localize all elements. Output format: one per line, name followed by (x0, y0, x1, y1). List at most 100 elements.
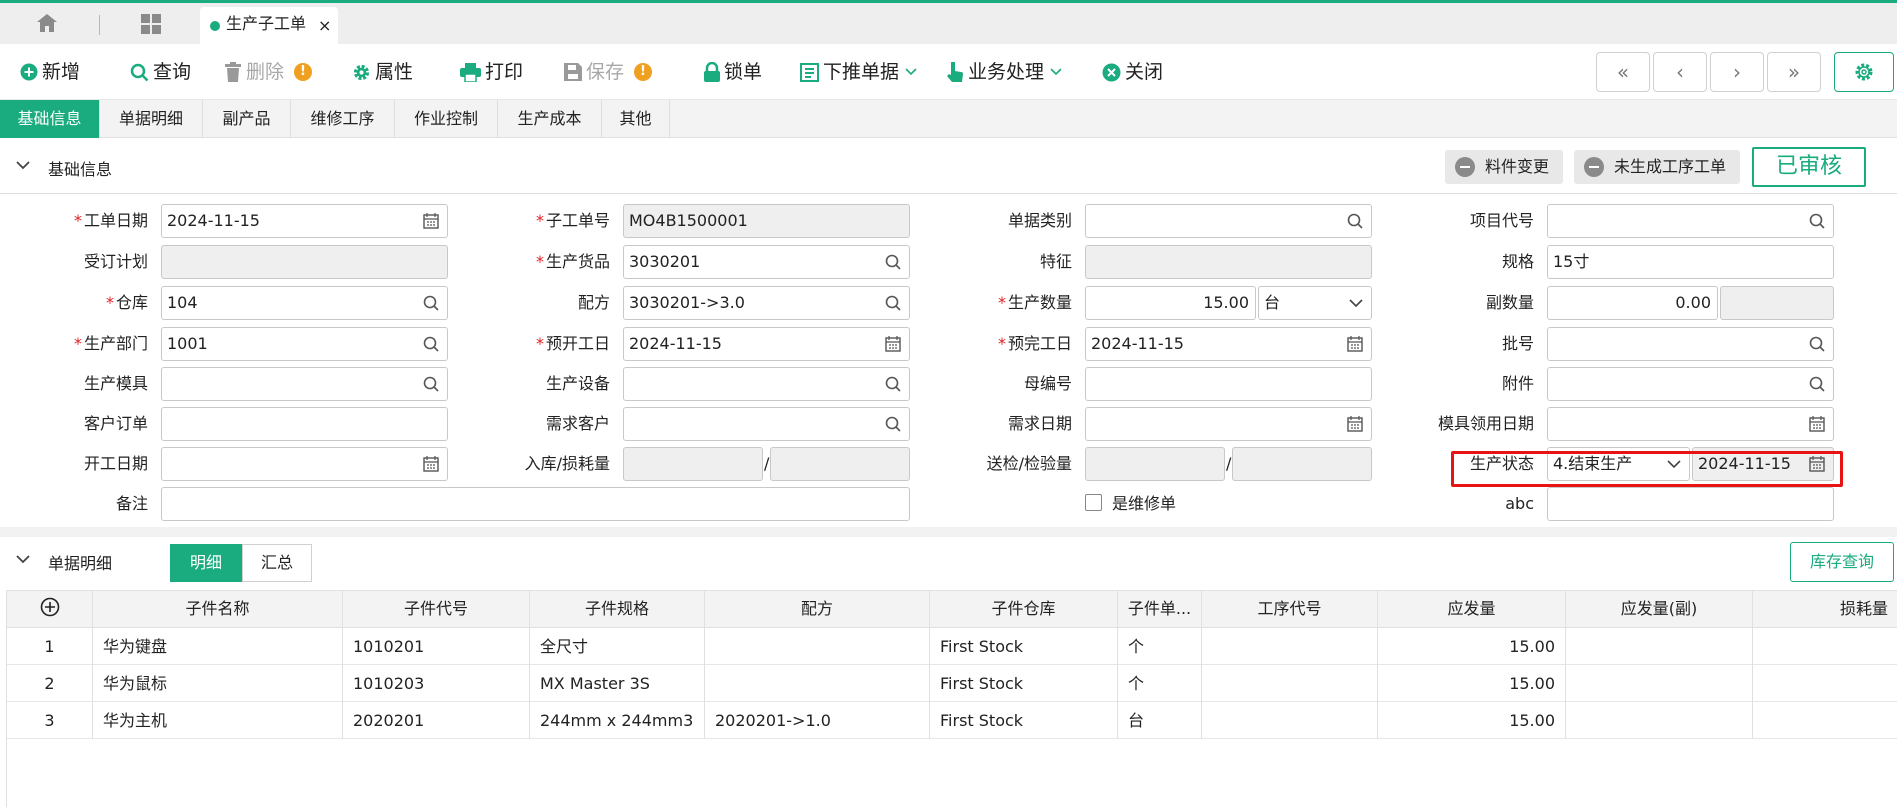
seg-detail[interactable]: 明细 (170, 544, 242, 582)
search-icon[interactable] (423, 295, 439, 311)
col-code[interactable]: 子件代号 (343, 591, 530, 628)
product-field[interactable]: 3030201 (623, 245, 910, 279)
tab-production-cost[interactable]: 生产成本 (498, 100, 602, 138)
cell-code[interactable]: 1010203 (343, 665, 530, 702)
calendar-icon[interactable] (1347, 336, 1363, 352)
abc-field[interactable] (1547, 487, 1834, 521)
col-loss[interactable]: 损耗量 (1753, 591, 1897, 628)
add-circle-icon[interactable] (40, 597, 60, 617)
cell-code[interactable]: 2020201 (343, 702, 530, 739)
tab-other[interactable]: 其他 (602, 100, 670, 138)
start-date-field[interactable] (161, 447, 448, 481)
close-button[interactable]: 关闭 (1102, 58, 1163, 86)
first-record-button[interactable]: « (1596, 52, 1650, 92)
spec-field[interactable]: 15寸 (1547, 245, 1834, 279)
cell-loss[interactable] (1753, 665, 1897, 702)
cell-spec[interactable]: MX Master 3S (530, 665, 705, 702)
cell-qty-sub[interactable] (1566, 665, 1753, 702)
col-spec[interactable]: 子件规格 (530, 591, 705, 628)
calendar-icon[interactable] (1809, 416, 1825, 432)
col-warehouse[interactable]: 子件仓库 (930, 591, 1118, 628)
search-icon[interactable] (885, 295, 901, 311)
search-icon[interactable] (1347, 213, 1363, 229)
query-button[interactable]: 查询 (130, 58, 191, 86)
cell-qty-sub[interactable] (1566, 702, 1753, 739)
tab-production-sub-order[interactable]: 生产子工单 × (200, 7, 338, 47)
calendar-icon[interactable] (423, 456, 439, 472)
cell-loss[interactable] (1753, 702, 1897, 739)
cell-unit[interactable]: 个 (1118, 665, 1202, 702)
cell-process[interactable] (1202, 628, 1378, 665)
last-record-button[interactable]: » (1767, 52, 1821, 92)
mold-field[interactable] (161, 367, 448, 401)
project-code-field[interactable] (1547, 204, 1834, 238)
tab-repair-process[interactable]: 维修工序 (291, 100, 395, 138)
calendar-icon[interactable] (1347, 416, 1363, 432)
seg-summary[interactable]: 汇总 (242, 544, 312, 582)
warehouse-field[interactable]: 104 (161, 286, 448, 320)
demand-customer-field[interactable] (623, 407, 910, 441)
cell-name[interactable]: 华为主机 (93, 702, 343, 739)
apps-grid-icon[interactable] (140, 13, 162, 35)
cell-unit[interactable]: 台 (1118, 702, 1202, 739)
col-qty-sub[interactable]: 应发量(副) (1566, 591, 1753, 628)
search-icon[interactable] (423, 376, 439, 392)
push-down-button[interactable]: 下推单据 (800, 58, 921, 86)
search-icon[interactable] (885, 254, 901, 270)
plan-end-field[interactable]: 2024-11-15 (1085, 327, 1372, 361)
sub-qty-field[interactable]: 0.00 (1547, 286, 1718, 320)
no-process-order-chip[interactable]: 未生成工序工单 (1574, 150, 1740, 184)
cell-warehouse[interactable]: First Stock (930, 665, 1118, 702)
dept-field[interactable]: 1001 (161, 327, 448, 361)
prev-record-button[interactable]: ‹ (1653, 52, 1707, 92)
cell-name[interactable]: 华为鼠标 (93, 665, 343, 702)
cell-process[interactable] (1202, 702, 1378, 739)
doc-type-field[interactable] (1085, 204, 1372, 238)
tab-doc-detail[interactable]: 单据明细 (100, 100, 203, 138)
cell-unit[interactable]: 个 (1118, 628, 1202, 665)
cell-spec[interactable]: 244mm x 244mm3 (530, 702, 705, 739)
stock-query-button[interactable]: 库存查询 (1790, 542, 1894, 582)
add-row-cell[interactable] (7, 591, 93, 628)
home-icon[interactable] (36, 13, 58, 33)
collapse-chevron-icon[interactable] (16, 554, 30, 564)
print-button[interactable]: 打印 (460, 58, 523, 86)
tab-by-product[interactable]: 副产品 (203, 100, 291, 138)
cell-formula[interactable] (705, 628, 930, 665)
cell-spec[interactable]: 全尺寸 (530, 628, 705, 665)
search-icon[interactable] (1809, 376, 1825, 392)
cell-warehouse[interactable]: First Stock (930, 628, 1118, 665)
next-record-button[interactable]: › (1710, 52, 1764, 92)
cell-formula[interactable]: 2020201->1.0 (705, 702, 930, 739)
delete-button[interactable]: 删除 ! (224, 58, 313, 86)
qty-field[interactable]: 15.00 (1085, 286, 1256, 320)
close-tab-icon[interactable]: × (318, 7, 331, 45)
calendar-icon[interactable] (423, 213, 439, 229)
collapse-chevron-icon[interactable] (16, 160, 30, 170)
batch-field[interactable] (1547, 327, 1834, 361)
search-icon[interactable] (885, 416, 901, 432)
equipment-field[interactable] (623, 367, 910, 401)
cell-qty[interactable]: 15.00 (1378, 628, 1566, 665)
save-button[interactable]: 保存 ! (564, 58, 653, 86)
tab-operation-control[interactable]: 作业控制 (395, 100, 498, 138)
cell-process[interactable] (1202, 665, 1378, 702)
table-row[interactable]: 3 华为主机 2020201 244mm x 244mm3 2020201->1… (7, 702, 1897, 739)
col-formula[interactable]: 配方 (705, 591, 930, 628)
attachment-field[interactable] (1547, 367, 1834, 401)
cell-qty[interactable]: 15.00 (1378, 665, 1566, 702)
calendar-icon[interactable] (885, 336, 901, 352)
unit-select[interactable]: 台 (1258, 286, 1372, 320)
search-icon[interactable] (423, 336, 439, 352)
settings-button[interactable] (1834, 52, 1894, 92)
col-qty[interactable]: 应发量 (1378, 591, 1566, 628)
tab-basic-info[interactable]: 基础信息 (0, 100, 100, 138)
cell-warehouse[interactable]: First Stock (930, 702, 1118, 739)
demand-date-field[interactable] (1085, 407, 1372, 441)
new-button[interactable]: 新增 (20, 58, 80, 86)
cell-code[interactable]: 1010201 (343, 628, 530, 665)
cell-loss[interactable] (1753, 628, 1897, 665)
cell-qty[interactable]: 15.00 (1378, 702, 1566, 739)
table-row[interactable]: 1 华为键盘 1010201 全尺寸 First Stock 个 15.00 (7, 628, 1897, 665)
table-row[interactable]: 2 华为鼠标 1010203 MX Master 3S First Stock … (7, 665, 1897, 702)
